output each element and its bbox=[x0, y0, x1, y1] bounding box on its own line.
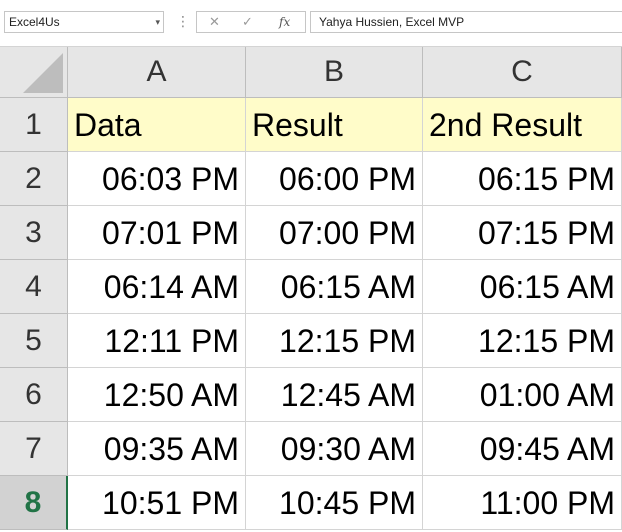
more-options-icon[interactable]: ⋮ bbox=[176, 12, 190, 30]
cell-a5[interactable]: 12:11 PM bbox=[68, 314, 246, 368]
cell-c2[interactable]: 06:15 PM bbox=[423, 152, 622, 206]
chevron-down-icon[interactable]: ▾ bbox=[155, 12, 160, 32]
column-header-c[interactable]: C bbox=[423, 47, 622, 98]
insert-function-icon[interactable]: fx bbox=[279, 13, 290, 31]
cell-b5[interactable]: 12:15 PM bbox=[246, 314, 423, 368]
cell-a6[interactable]: 12:50 AM bbox=[68, 368, 246, 422]
cell-a2[interactable]: 06:03 PM bbox=[68, 152, 246, 206]
row-header-2[interactable]: 2 bbox=[0, 152, 68, 206]
row-header-5[interactable]: 5 bbox=[0, 314, 68, 368]
column-header-a[interactable]: A bbox=[68, 47, 246, 98]
cell-b2[interactable]: 06:00 PM bbox=[246, 152, 423, 206]
cell-b1[interactable]: Result bbox=[246, 98, 423, 152]
formula-buttons: ✕ ✓ fx bbox=[196, 11, 306, 33]
formula-input[interactable]: Yahya Hussien, Excel MVP bbox=[310, 11, 622, 33]
cell-c1[interactable]: 2nd Result bbox=[423, 98, 622, 152]
cell-a4[interactable]: 06:14 AM bbox=[68, 260, 246, 314]
row-header-4[interactable]: 4 bbox=[0, 260, 68, 314]
row-header-6[interactable]: 6 bbox=[0, 368, 68, 422]
name-box-value: Excel4Us bbox=[9, 15, 60, 29]
row-header-1[interactable]: 1 bbox=[0, 98, 68, 152]
cell-b3[interactable]: 07:00 PM bbox=[246, 206, 423, 260]
row-header-3[interactable]: 3 bbox=[0, 206, 68, 260]
cell-b4[interactable]: 06:15 AM bbox=[246, 260, 423, 314]
cell-a7[interactable]: 09:35 AM bbox=[68, 422, 246, 476]
cell-a1[interactable]: Data bbox=[68, 98, 246, 152]
cell-a8[interactable]: 10:51 PM bbox=[68, 476, 246, 530]
cell-c6[interactable]: 01:00 AM bbox=[423, 368, 622, 422]
row-header-8[interactable]: 8 bbox=[0, 476, 68, 530]
enter-icon[interactable]: ✓ bbox=[242, 13, 253, 31]
cell-c7[interactable]: 09:45 AM bbox=[423, 422, 622, 476]
formula-bar: Excel4Us ▾ ⋮ ✕ ✓ fx Yahya Hussien, Excel… bbox=[0, 0, 622, 47]
cell-c5[interactable]: 12:15 PM bbox=[423, 314, 622, 368]
cell-c3[interactable]: 07:15 PM bbox=[423, 206, 622, 260]
cell-c4[interactable]: 06:15 AM bbox=[423, 260, 622, 314]
cell-c8[interactable]: 11:00 PM bbox=[423, 476, 622, 530]
column-header-b[interactable]: B bbox=[246, 47, 423, 98]
cell-a3[interactable]: 07:01 PM bbox=[68, 206, 246, 260]
name-box[interactable]: Excel4Us ▾ bbox=[4, 11, 164, 33]
cell-b8[interactable]: 10:45 PM bbox=[246, 476, 423, 530]
row-header-7[interactable]: 7 bbox=[0, 422, 68, 476]
cancel-icon[interactable]: ✕ bbox=[209, 13, 220, 31]
cell-b6[interactable]: 12:45 AM bbox=[246, 368, 423, 422]
cell-b7[interactable]: 09:30 AM bbox=[246, 422, 423, 476]
select-all-button[interactable] bbox=[0, 47, 68, 98]
